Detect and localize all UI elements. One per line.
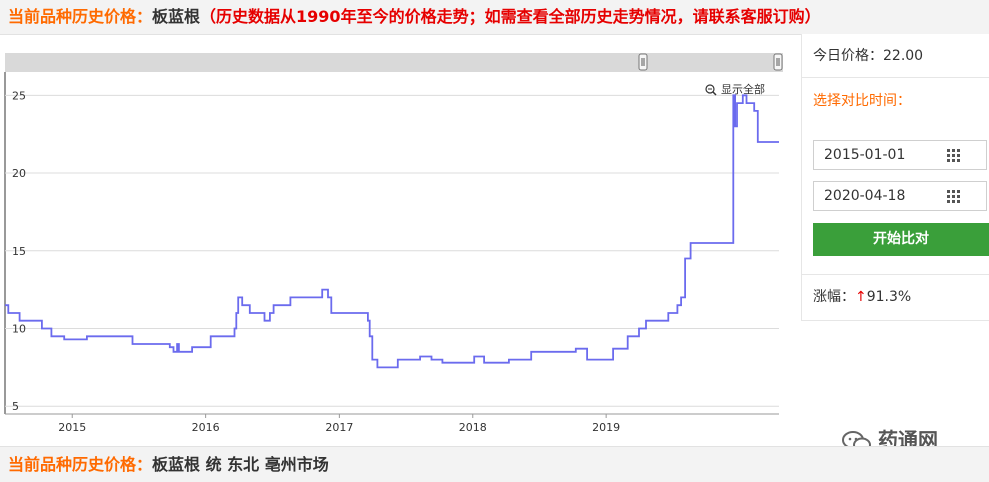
header-herb-name: 板蓝根 xyxy=(152,7,201,26)
x-tick-label: 2016 xyxy=(192,421,220,434)
change-value: 91.3% xyxy=(866,289,912,305)
price-chart-svg: 5 10 15 20 25 2015 2016 2017 2018 2019 显示全部 xyxy=(4,53,783,434)
y-tick-label: 10 xyxy=(12,323,26,336)
start-compare-button[interactable]: 开始比对 xyxy=(813,223,989,256)
x-tick-label: 2017 xyxy=(325,421,353,434)
x-tick-label: 2018 xyxy=(459,421,487,434)
range-scrollbar xyxy=(5,53,783,72)
price-change: 涨幅：↑91.3% xyxy=(802,274,989,318)
show-all-button[interactable]: 显示全部 xyxy=(721,82,765,96)
y-tick-label: 25 xyxy=(12,89,26,102)
price-line xyxy=(5,94,779,369)
zoom-out-icon-handle xyxy=(712,91,717,96)
range-handle-right xyxy=(773,53,783,71)
end-date-value: 2020-04-18 xyxy=(824,188,906,204)
compare-panel: 今日价格：22.00 选择对比时间： 2015-01-01 2020-04-18… xyxy=(801,34,989,321)
price-chart: 5 10 15 20 25 2015 2016 2017 2018 2019 显示全部 xyxy=(0,50,790,440)
footer-value: 板蓝根 统 东北 亳州市场 xyxy=(152,455,329,474)
x-tick-label: 2019 xyxy=(592,421,620,434)
start-date-value: 2015-01-01 xyxy=(824,147,906,163)
change-label: 涨幅： xyxy=(813,289,855,305)
end-date-input[interactable]: 2020-04-18 xyxy=(813,181,987,211)
footer-label: 当前品种历史价格： xyxy=(8,455,153,474)
range-handle-left xyxy=(638,53,648,71)
compare-title: 选择对比时间： xyxy=(813,93,911,109)
top-header-bar: 当前品种历史价格：板蓝根（历史数据从1990年至今的价格走势；如需查看全部历史走… xyxy=(0,0,989,35)
today-price: 今日价格：22.00 xyxy=(802,34,989,78)
y-tick-label: 20 xyxy=(12,167,26,180)
bottom-info-bar: 当前品种历史价格：板蓝根 统 东北 亳州市场 xyxy=(0,446,989,482)
calendar-icon[interactable] xyxy=(947,149,960,162)
header-label: 当前品种历史价格： xyxy=(8,7,153,26)
start-date-input[interactable]: 2015-01-01 xyxy=(813,140,987,170)
y-tick-label: 15 xyxy=(12,245,26,258)
header-note: （历史数据从1990年至今的价格走势；如需查看全部历史走势情况，请联系客服订购） xyxy=(200,7,821,26)
x-tick-label: 2015 xyxy=(58,421,86,434)
calendar-icon[interactable] xyxy=(947,190,960,203)
y-tick-label: 5 xyxy=(12,400,19,413)
up-arrow-icon: ↑ xyxy=(855,289,867,305)
